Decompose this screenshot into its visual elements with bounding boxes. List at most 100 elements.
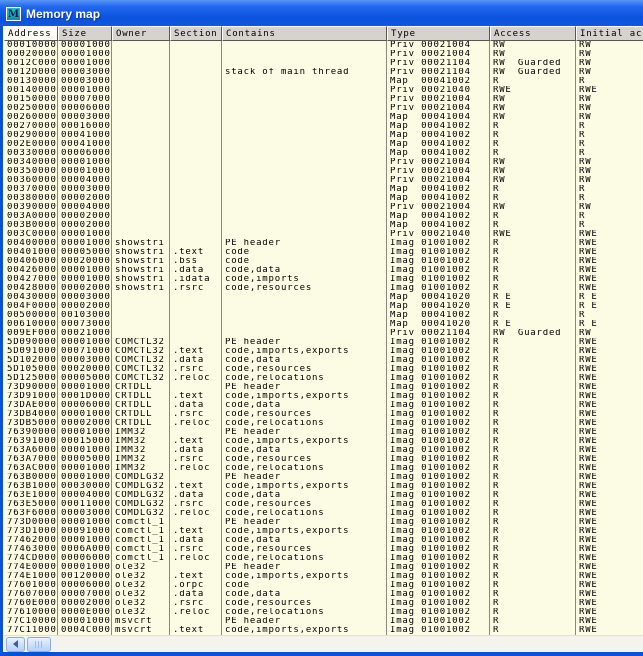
table-row[interactable]: 774630000006A000comctl_1.rsrccode,resour… — [4, 545, 643, 554]
cell-owner — [112, 329, 170, 338]
table-row[interactable]: 774E000000001000ole32PE headerImag 01001… — [4, 563, 643, 572]
table-row[interactable]: 003B000000002000Map 00041002RR — [4, 221, 643, 230]
cell-contains: PE header — [222, 563, 387, 572]
column-header-size[interactable]: Size — [58, 26, 112, 41]
table-row[interactable]: 0040100000005000showstri.textcodeImag 01… — [4, 248, 643, 257]
table-row[interactable]: 763A600000001000IMM32.datacode,dataImag … — [4, 446, 643, 455]
cell-address: 77463000 — [4, 545, 58, 554]
table-row[interactable]: 73DB400000001000CRTDLL.rsrccode,resource… — [4, 410, 643, 419]
table-row[interactable]: 0015000000007000Priv 00021004RWRW — [4, 95, 643, 104]
h-scrollbar[interactable] — [4, 635, 643, 652]
table-row[interactable]: 776100000000E000ole32.reloccode,relocati… — [4, 608, 643, 617]
table-row[interactable]: 7760100000006000ole32.orpccodeImag 01001… — [4, 581, 643, 590]
table-row[interactable]: 0014000000001000Priv 00021040RWERWE — [4, 86, 643, 95]
cell-section: .reloc — [170, 419, 222, 428]
table-row[interactable]: 5D10200000003000COMCTL32.datacode,dataIm… — [4, 356, 643, 365]
table-row[interactable]: 003C000000001000Priv 00021040RWERWE — [4, 230, 643, 239]
column-header-contains[interactable]: Contains — [222, 26, 387, 41]
table-row[interactable]: 0042600000001000showstri.datacode,dataIm… — [4, 266, 643, 275]
table-row[interactable]: 5D10500000020000COMCTL32.rsrccode,resour… — [4, 365, 643, 374]
cell-owner — [112, 221, 170, 230]
column-header-initial-acc[interactable]: Initial acc — [576, 26, 643, 41]
cell-section — [170, 59, 222, 68]
table-row[interactable]: 0001000000001000Priv 00021004RWRW — [4, 41, 643, 50]
cell-size: 00003000 — [58, 113, 112, 122]
cell-type: Imag 01001002 — [387, 392, 490, 401]
table-row[interactable]: 773D000000001000comctl_1PE headerImag 01… — [4, 518, 643, 527]
table-row[interactable]: 763E500000011000COMDLG32.rsrccode,resour… — [4, 500, 643, 509]
table-row[interactable]: 0038000000002000Map 00041002RR — [4, 194, 643, 203]
table-row[interactable]: 0012C00000001000Priv 00021104RW GuardedR… — [4, 59, 643, 68]
window-icon[interactable]: M — [6, 7, 21, 21]
table-row[interactable]: 0034000000001000Priv 00021004RWRW — [4, 158, 643, 167]
column-header-section[interactable]: Section — [170, 26, 222, 41]
scroll-left-button[interactable] — [6, 637, 25, 652]
table-row[interactable]: 73DB500000002000CRTDLL.reloccode,relocat… — [4, 419, 643, 428]
table-row[interactable]: 0029000000041000Map 00041002RR — [4, 131, 643, 140]
cell-section: .data — [170, 266, 222, 275]
table-row[interactable]: 0042800000002000showstri.rsrccode,resour… — [4, 284, 643, 293]
table-row[interactable]: 0040000000001000showstriPE headerImag 01… — [4, 239, 643, 248]
cell-type: Priv 00021040 — [387, 86, 490, 95]
table-row[interactable]: 0025000000006000Priv 00021004RWRW — [4, 104, 643, 113]
table-row[interactable]: 73DAE00000006000CRTDLL.datacode,dataImag… — [4, 401, 643, 410]
table-row[interactable]: 0026000000003000Map 00041004RWRW — [4, 113, 643, 122]
table-row[interactable]: 0050000000103000Map 00041002RR — [4, 311, 643, 320]
table-row[interactable]: 0040600000020000showstri.bsscodeImag 010… — [4, 257, 643, 266]
table-row[interactable]: 0035000000001000Priv 00021004RWRW — [4, 167, 643, 176]
table-row[interactable]: 0036000000004000Priv 00021004RWRW — [4, 176, 643, 185]
table-row[interactable]: 73D9000000001000CRTDLLPE headerImag 0100… — [4, 383, 643, 392]
table-row[interactable]: 009EF00000021000Priv 00021104RW GuardedR… — [4, 329, 643, 338]
table-row[interactable]: 7746200000001000comctl_1.datacode,dataIm… — [4, 536, 643, 545]
table-row[interactable]: 0039000000004000Priv 00021004RWRW — [4, 203, 643, 212]
table-row[interactable]: 763B100000030000COMDLG32.textcode,import… — [4, 482, 643, 491]
table-row[interactable]: 763AC00000001000IMM32.reloccode,relocati… — [4, 464, 643, 473]
table-row[interactable]: 0033000000006000Map 00041002RR — [4, 149, 643, 158]
cell-access: RW — [490, 104, 576, 113]
table-row[interactable]: 7760700000007000ole32.datacode,dataImag … — [4, 590, 643, 599]
cell-size: 00001000 — [58, 446, 112, 455]
column-header-type[interactable]: Type — [387, 26, 490, 41]
cell-type: Map 00041002 — [387, 149, 490, 158]
table-row[interactable]: 5D09100000071000COMCTL32.textcode,import… — [4, 347, 643, 356]
table-row[interactable]: 7639000000001000IMM32PE headerImag 01001… — [4, 428, 643, 437]
table-row[interactable]: 0061000000073000Map 00041020R ER E — [4, 320, 643, 329]
cell-address: 00340000 — [4, 158, 58, 167]
table-row[interactable]: 5D12500000005000COMCTL32.reloccode,reloc… — [4, 374, 643, 383]
table-row[interactable]: 763B000000001000COMDLG32PE headerImag 01… — [4, 473, 643, 482]
scroll-track[interactable] — [51, 636, 643, 653]
table-row[interactable]: 0043000000003000Map 00041020R ER E — [4, 293, 643, 302]
title-bar[interactable]: M Memory map — [0, 0, 643, 26]
table-row[interactable]: 763F600000003000COMDLG32.reloccode,reloc… — [4, 509, 643, 518]
table-row[interactable]: 0002000000001000Priv 00021004RWRW — [4, 50, 643, 59]
table-row[interactable]: 77C110000004C000msvcrt.textcode,imports,… — [4, 626, 643, 635]
cell-section — [170, 518, 222, 527]
table-row[interactable]: 774E100000120000ole32.textcode,imports,e… — [4, 572, 643, 581]
table-row[interactable]: 7639100000015000IMM32.textcode,imports,e… — [4, 437, 643, 446]
cell-contains: code,imports,exports — [222, 527, 387, 536]
column-header-address[interactable]: Address — [4, 26, 58, 41]
table-row[interactable]: 77C1000000001000msvcrtPE headerImag 0100… — [4, 617, 643, 626]
table-row[interactable]: 004F000000002000Map 00041020R ER E — [4, 302, 643, 311]
table-row[interactable]: 002E000000041000Map 00041002RR — [4, 140, 643, 149]
table-row[interactable]: 0027000000016000Map 00041002RR — [4, 122, 643, 131]
cell-section: .rsrc — [170, 599, 222, 608]
table-row[interactable]: 003A000000002000Map 00041002RR — [4, 212, 643, 221]
column-header-access[interactable]: Access — [490, 26, 576, 41]
table-row[interactable]: 773D100000091000comctl_1.textcode,import… — [4, 527, 643, 536]
table-row[interactable]: 763A700000005000IMM32.rsrccode,resources… — [4, 455, 643, 464]
table-row[interactable]: 763E100000004000COMDLG32.datacode,dataIm… — [4, 491, 643, 500]
cell-owner — [112, 176, 170, 185]
table-row[interactable]: 73D910000001D000CRTDLL.textcode,imports,… — [4, 392, 643, 401]
table-row[interactable]: 5D09000000001000COMCTL32PE headerImag 01… — [4, 338, 643, 347]
table-row[interactable]: 774CD00000006000comctl_1.reloccode,reloc… — [4, 554, 643, 563]
table-row[interactable]: 0042700000001000showstri.idatacode,impor… — [4, 275, 643, 284]
table-row[interactable]: 7760E00000002000ole32.rsrccode,resources… — [4, 599, 643, 608]
scroll-thumb[interactable] — [27, 637, 51, 652]
column-header-owner[interactable]: Owner — [112, 26, 170, 41]
table-row[interactable]: 0013000000003000Map 00041002RR — [4, 77, 643, 86]
cell-access: R — [490, 545, 576, 554]
cell-owner — [112, 68, 170, 77]
table-row[interactable]: 0012D00000003000stack of main threadPriv… — [4, 68, 643, 77]
table-row[interactable]: 0037000000003000Map 00041002RR — [4, 185, 643, 194]
